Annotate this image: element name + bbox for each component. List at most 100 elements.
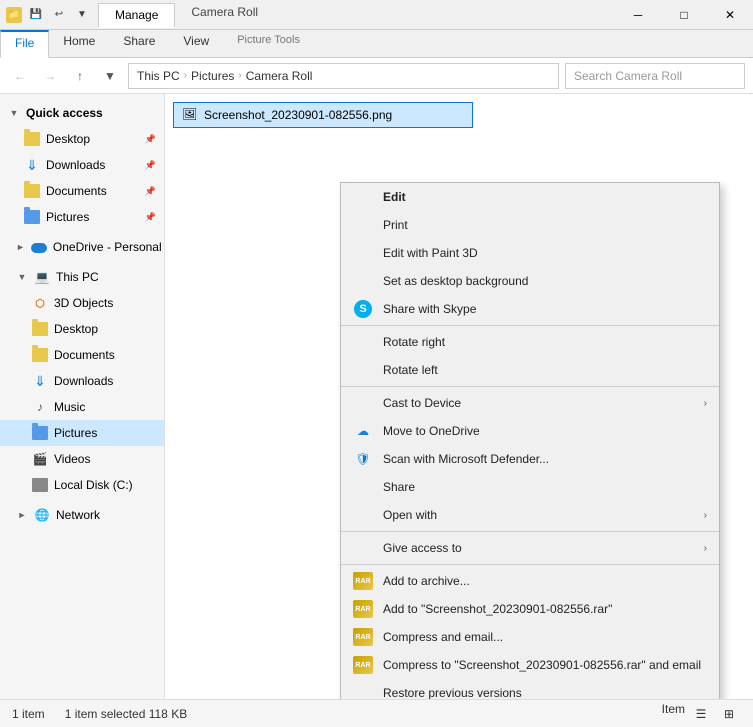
ctx-rar-icon-1: RAR <box>353 571 373 591</box>
path-segment-cameraroll[interactable]: Camera Roll <box>246 69 313 83</box>
status-bar: 1 item 1 item selected 118 KB Item ☰ ⊞ <box>0 699 753 727</box>
search-box[interactable]: Search Camera Roll <box>565 63 745 89</box>
ctx-open-with-label: Open with <box>383 508 437 522</box>
sidebar-item-pictures-quick[interactable]: Pictures 📌 <box>0 204 164 230</box>
disk-icon <box>32 478 48 492</box>
address-bar: ← → ↑ ▼ This PC › Pictures › Camera Roll… <box>0 58 753 94</box>
ctx-add-archive[interactable]: RAR Add to archive... <box>341 567 719 595</box>
tab-camera-roll[interactable]: Camera Roll <box>175 1 274 28</box>
ctx-edit-paint3d[interactable]: Edit with Paint 3D <box>341 239 719 267</box>
network-chevron: ► <box>16 510 28 520</box>
ctx-compress-email[interactable]: RAR Compress and email... <box>341 623 719 651</box>
sidebar-item-documents-quick[interactable]: Documents 📌 <box>0 178 164 204</box>
recent-locations-button[interactable]: ▼ <box>98 64 122 88</box>
sidebar-quick-access-section: ▼ Quick access Desktop 📌 ⇓ Downloads 📌 D… <box>0 98 164 232</box>
status-bar-right: Item ☰ ⊞ <box>662 702 741 726</box>
ctx-edit-paint3d-label: Edit with Paint 3D <box>383 246 478 260</box>
sidebar-quick-access-header[interactable]: ▼ Quick access <box>0 100 164 126</box>
ctx-share[interactable]: Share <box>341 473 719 501</box>
sidebar-label-documents-pc: Documents <box>54 348 115 362</box>
sidebar-item-downloads-quick[interactable]: ⇓ Downloads 📌 <box>0 152 164 178</box>
tab-home[interactable]: Home <box>49 30 109 57</box>
sidebar-item-music[interactable]: ♪ Music <box>0 394 164 420</box>
ctx-scan-defender[interactable]: 🛡 Scan with Microsoft Defender... <box>341 445 719 473</box>
ctx-compress-email-rar[interactable]: RAR Compress to "Screenshot_20230901-082… <box>341 651 719 679</box>
onedrive-chevron: ► <box>16 242 25 252</box>
ctx-print[interactable]: Print <box>341 211 719 239</box>
folder-desktop-icon <box>32 322 48 336</box>
up-button[interactable]: ↑ <box>68 64 92 88</box>
file-item-screenshot[interactable]: 🖼 Screenshot_20230901-082556.png <box>173 102 473 128</box>
ctx-cast-icon <box>353 393 373 413</box>
sidebar-item-network[interactable]: ► 🌐 Network <box>0 502 164 528</box>
sidebar-item-pictures-pc[interactable]: Pictures <box>0 420 164 446</box>
tab-file[interactable]: File <box>0 30 49 58</box>
sidebar-item-desktop-pc[interactable]: Desktop <box>0 316 164 342</box>
quick-down-btn[interactable]: ▼ <box>72 5 92 25</box>
sidebar-thispc-section: ▼ 💻 This PC ⬡ 3D Objects Desktop Documen… <box>0 262 164 500</box>
ctx-defender-icon: 🛡 <box>353 449 373 469</box>
sidebar-label-downloads-pc: Downloads <box>54 374 113 388</box>
sidebar-label-onedrive: OneDrive - Personal <box>53 240 162 254</box>
ctx-give-access-arrow: › <box>704 543 707 554</box>
window-controls[interactable]: ─ □ ✕ <box>615 0 753 30</box>
main-container: ▼ Quick access Desktop 📌 ⇓ Downloads 📌 D… <box>0 94 753 699</box>
ctx-sep-4 <box>341 564 719 565</box>
close-button[interactable]: ✕ <box>707 0 753 30</box>
quick-save-btn[interactable]: 💾 <box>26 5 46 25</box>
sidebar-item-documents-pc[interactable]: Documents <box>0 342 164 368</box>
tab-picture-tools[interactable]: Picture Tools <box>223 30 314 57</box>
sidebar-item-videos[interactable]: 🎬 Videos <box>0 446 164 472</box>
folder-icon <box>24 132 40 146</box>
status-selected-info: 1 item selected 118 KB <box>65 707 188 721</box>
folder-docs-icon <box>32 348 48 362</box>
ctx-set-desktop-bg[interactable]: Set as desktop background <box>341 267 719 295</box>
back-button[interactable]: ← <box>8 64 32 88</box>
ctx-add-archive-label: Add to archive... <box>383 574 470 588</box>
title-bar-left: 📁 💾 ↩ ▼ <box>0 5 98 25</box>
ctx-cast-device[interactable]: Cast to Device › <box>341 389 719 417</box>
ctx-open-with-arrow: › <box>704 510 707 521</box>
sidebar-onedrive-section: ► OneDrive - Personal <box>0 232 164 262</box>
download-icon: ⇓ <box>24 157 40 173</box>
minimize-button[interactable]: ─ <box>615 0 661 30</box>
tab-view[interactable]: View <box>169 30 223 57</box>
sidebar-item-downloads-pc[interactable]: ⇓ Downloads <box>0 368 164 394</box>
ctx-share-skype[interactable]: S Share with Skype <box>341 295 719 323</box>
path-segment-thispc[interactable]: This PC <box>137 69 180 83</box>
ctx-sep-3 <box>341 531 719 532</box>
pin-icon-2: 📌 <box>145 160 156 171</box>
tab-share[interactable]: Share <box>109 30 169 57</box>
ctx-restore-versions[interactable]: Restore previous versions <box>341 679 719 699</box>
ctx-sep-2 <box>341 386 719 387</box>
ctx-edit[interactable]: Edit <box>341 183 719 211</box>
sidebar-item-localdisk[interactable]: Local Disk (C:) <box>0 472 164 498</box>
maximize-button[interactable]: □ <box>661 0 707 30</box>
ctx-onedrive-icon: ☁ <box>353 421 373 441</box>
view-list-button[interactable]: ☰ <box>689 702 713 726</box>
ctx-open-with[interactable]: Open with › <box>341 501 719 529</box>
ctx-rotate-left[interactable]: Rotate left <box>341 356 719 384</box>
ctx-restore-versions-label: Restore previous versions <box>383 686 522 699</box>
video-icon: 🎬 <box>32 451 48 467</box>
ctx-add-rar[interactable]: RAR Add to "Screenshot_20230901-082556.r… <box>341 595 719 623</box>
sidebar-item-onedrive[interactable]: ► OneDrive - Personal <box>0 234 164 260</box>
ctx-desktop-icon <box>353 271 373 291</box>
sidebar-item-desktop-quick[interactable]: Desktop 📌 <box>0 126 164 152</box>
ctx-give-access[interactable]: Give access to › <box>341 534 719 562</box>
quick-access-toolbar[interactable]: 💾 ↩ ▼ <box>26 5 92 25</box>
file-list: 🖼 Screenshot_20230901-082556.png <box>165 94 753 136</box>
ctx-paint3d-icon <box>353 243 373 263</box>
address-path[interactable]: This PC › Pictures › Camera Roll <box>128 63 559 89</box>
quick-undo-btn[interactable]: ↩ <box>49 5 69 25</box>
sidebar-item-thispc[interactable]: ▼ 💻 This PC <box>0 264 164 290</box>
sidebar-item-3dobjects[interactable]: ⬡ 3D Objects <box>0 290 164 316</box>
title-bar: 📁 💾 ↩ ▼ Manage Camera Roll ─ □ ✕ <box>0 0 753 30</box>
tab-manage[interactable]: Manage <box>98 3 175 28</box>
pin-icon-4: 📌 <box>145 212 156 223</box>
forward-button[interactable]: → <box>38 64 62 88</box>
view-grid-button[interactable]: ⊞ <box>717 702 741 726</box>
ctx-rotate-right[interactable]: Rotate right <box>341 328 719 356</box>
path-segment-pictures[interactable]: Pictures <box>191 69 234 83</box>
ctx-move-onedrive[interactable]: ☁ Move to OneDrive <box>341 417 719 445</box>
